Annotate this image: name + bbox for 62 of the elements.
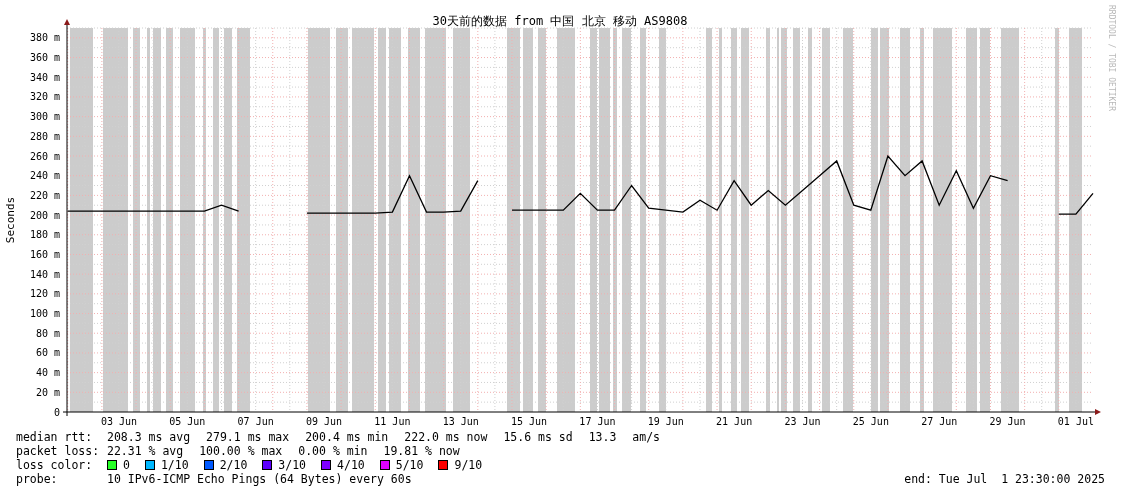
legend-label: median rtt:: [16, 430, 94, 444]
y-tick-label: 260 m: [29, 150, 60, 162]
x-tick-label: 11 Jun: [374, 416, 411, 427]
legend-label: loss color:: [16, 458, 94, 472]
x-tick-label: 03 Jun: [100, 416, 137, 427]
y-tick-label: 160 m: [29, 248, 60, 260]
legend-value: am/s: [632, 430, 661, 444]
x-tick-label: 21 Jun: [716, 416, 753, 427]
x-tick-label: 19 Jun: [647, 416, 684, 427]
x-tick-label: 15 Jun: [511, 416, 548, 427]
y-tick-label: 20 m: [35, 386, 60, 398]
legend-value: 1/10: [160, 458, 189, 472]
end-time: end: Tue Jul 1 23:30:00 2025: [904, 472, 1105, 486]
legend-label: packet loss:: [16, 444, 101, 458]
y-tick-label: 120 m: [29, 288, 60, 300]
legend-value: 10 IPv6-ICMP Echo Pings (64 Bytes) every 60s: [107, 472, 412, 486]
y-tick-label: 320 m: [29, 91, 60, 103]
x-tick-label: 09 Jun: [305, 416, 343, 427]
x-tick-label: 13 Jun: [442, 416, 479, 427]
y-tick-label: 100 m: [29, 308, 60, 320]
legend-value: 4/10: [337, 458, 365, 472]
legend-value: 3/10: [278, 458, 307, 472]
y-tick-label: 240 m: [29, 170, 60, 182]
y-tick-label: 280 m: [29, 130, 60, 142]
x-tick-label: 23 Jun: [784, 416, 821, 427]
y-axis-label: Seconds: [4, 196, 17, 244]
y-tick-label: 60 m: [35, 347, 60, 359]
y-tick-label: 140 m: [29, 268, 60, 280]
legend-value: 208.3 ms avg: [107, 430, 191, 444]
legend-value: 9/10: [454, 458, 483, 472]
legend-value: 0: [123, 458, 130, 472]
x-tick-label: 01 Jul: [1057, 416, 1094, 427]
y-tick-label: 180 m: [29, 229, 60, 241]
x-tick-label: 27 Jun: [921, 416, 958, 427]
y-tick-label: 300 m: [29, 111, 60, 123]
x-tick-label: 17 Jun: [579, 416, 616, 427]
y-tick-label: 200 m: [29, 209, 60, 221]
legend-value: 222.0 ms now: [404, 430, 488, 444]
legend-value: 13.3: [588, 430, 617, 444]
y-tick-label: 360 m: [29, 52, 60, 64]
legend-value: 15.6 ms sd: [503, 430, 573, 444]
chart-title: 30天前的数据 from 中国 北京 移动 AS9808: [432, 14, 688, 28]
legend-value: 200.4 ms min: [305, 430, 389, 444]
watermark-text: RRDTOOL / TOBI OETIKER: [1107, 5, 1116, 111]
y-tick-label: 340 m: [29, 71, 60, 83]
y-tick-label: 80 m: [35, 327, 60, 339]
y-tick-label: 220 m: [29, 189, 60, 201]
legend-value: 22.31 % avg: [107, 444, 184, 458]
y-tick-label: 380 m: [29, 32, 60, 44]
legend-value: 0.00 % min: [298, 444, 368, 458]
legend-label: probe:: [16, 472, 59, 486]
legend-value: 19.81 % now: [383, 444, 460, 458]
legend-value: 5/10: [395, 458, 424, 472]
legend-value: 2/10: [219, 458, 248, 472]
y-tick-label: 40 m: [35, 367, 60, 379]
y-tick-label: 0: [53, 406, 60, 418]
legend-value: 100.00 % max: [199, 444, 283, 458]
legend-value: 279.1 ms max: [206, 430, 290, 444]
x-tick-label: 07 Jun: [237, 416, 274, 427]
x-tick-label: 05 Jun: [169, 416, 206, 427]
x-tick-label: 29 Jun: [989, 416, 1026, 427]
x-tick-label: 25 Jun: [852, 416, 889, 427]
